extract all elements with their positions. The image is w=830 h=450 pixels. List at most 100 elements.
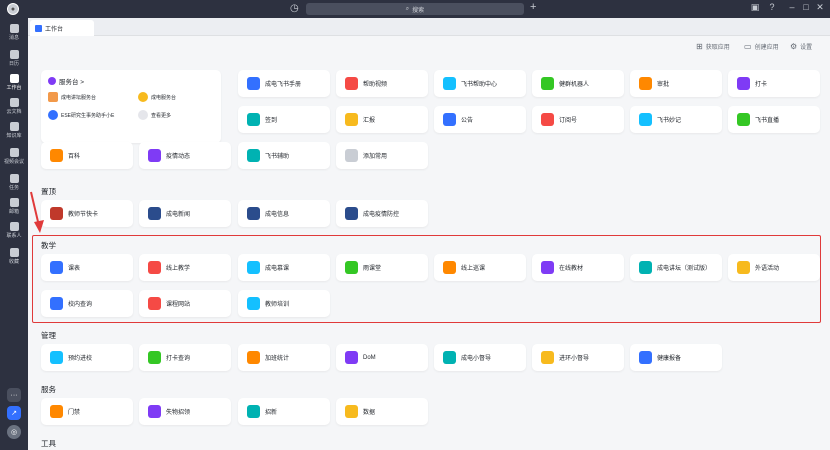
- app-frequent-icon: [541, 113, 554, 126]
- title-bar: ● ◷ ⌕ 搜索 + ▣ ? – □ ✕: [0, 0, 830, 18]
- search-placeholder: 搜索: [412, 7, 425, 14]
- tab-workspace[interactable]: 工作台: [30, 20, 94, 36]
- book-icon: [9, 122, 19, 131]
- app-card-frequent[interactable]: 飞书帮助中心: [434, 70, 526, 97]
- app-frequent-icon: [737, 77, 750, 90]
- app-frequent-icon: [639, 77, 652, 90]
- app-shortcut-icon[interactable]: ↗: [7, 406, 21, 420]
- help-icon[interactable]: ?: [766, 2, 778, 12]
- service-item[interactable]: 成电服务台: [138, 92, 176, 102]
- service-item[interactable]: ESE研究生事务助手小E: [48, 110, 114, 120]
- app-card-pinned[interactable]: 成电疫情防控: [336, 200, 428, 227]
- app-card-frequent[interactable]: 成电飞书手册: [238, 70, 330, 97]
- minimize-icon[interactable]: –: [786, 2, 798, 12]
- app-label: 成电新闻: [166, 212, 191, 218]
- service-desk-title[interactable]: 服务台 >: [48, 76, 84, 86]
- sidebar-item-messages[interactable]: 消息: [0, 24, 28, 41]
- app-service-icon: [345, 405, 358, 418]
- app-card-management[interactable]: 进环小督导: [532, 344, 624, 371]
- app-management-icon: [443, 351, 456, 364]
- app-pinned-icon: [50, 207, 63, 220]
- service-item[interactable]: 成电讲坛服务台: [48, 92, 96, 102]
- avatar[interactable]: ●: [7, 3, 19, 15]
- app-label: 疫情动态: [166, 154, 191, 160]
- app-card-service[interactable]: 门禁: [41, 398, 133, 425]
- app-card-frequent[interactable]: 飞书妙记: [630, 106, 722, 133]
- settings-button[interactable]: ⚙ 设置: [790, 42, 812, 51]
- app-card-management[interactable]: 打卡查询: [139, 344, 231, 371]
- sidebar-item-calendar[interactable]: 日历: [0, 50, 28, 67]
- app-label: 飞书辅助: [265, 154, 290, 160]
- service-desk-card[interactable]: 服务台 > 成电讲坛服务台 成电服务台 ESE研究生事务助手小E 查看更多: [41, 70, 221, 143]
- add-frequent-button[interactable]: 添加常用: [336, 142, 428, 169]
- app-label: 百科: [68, 154, 81, 160]
- app-card-frequent[interactable]: 疫情动态: [139, 142, 231, 169]
- sidebar-item-wiki[interactable]: 知识库: [0, 122, 28, 139]
- arrow-annotation: [30, 191, 44, 233]
- app-service-icon: [148, 405, 161, 418]
- app-card-frequent[interactable]: 飞书辅助: [238, 142, 330, 169]
- grid-icon: [9, 74, 19, 83]
- app-management-icon: [345, 351, 358, 364]
- screenshot-icon[interactable]: ▣: [749, 2, 761, 13]
- create-app-button[interactable]: ▭ 创建应用: [744, 42, 779, 51]
- close-icon[interactable]: ✕: [814, 2, 826, 13]
- app-frequent-icon: [443, 77, 456, 90]
- app-card-frequent[interactable]: 打卡: [728, 70, 820, 97]
- app-frequent-icon: [639, 113, 652, 126]
- tab-bar: 工作台: [28, 18, 830, 36]
- app-card-pinned[interactable]: 成电新闻: [139, 200, 231, 227]
- app-frequent-icon: [247, 149, 260, 162]
- add-icon[interactable]: +: [530, 1, 536, 13]
- app-card-frequent[interactable]: 公告: [434, 106, 526, 133]
- get-apps-button[interactable]: ⊞ 获取应用: [696, 42, 730, 51]
- app-card-frequent[interactable]: 飞书直播: [728, 106, 820, 133]
- app-label: 失物招领: [166, 410, 191, 416]
- app-card-frequent[interactable]: 审批: [630, 70, 722, 97]
- app-card-management[interactable]: 健康报备: [630, 344, 722, 371]
- app-label: 公告: [461, 118, 474, 124]
- app-card-frequent[interactable]: 汇报: [336, 106, 428, 133]
- app-card-frequent[interactable]: 签到: [238, 106, 330, 133]
- service-desk-icon: [138, 92, 148, 102]
- search-input[interactable]: ⌕ 搜索: [306, 3, 524, 15]
- app-card-service[interactable]: 数据: [336, 398, 428, 425]
- org-avatar[interactable]: ◎: [7, 425, 21, 439]
- app-card-service[interactable]: 招新: [238, 398, 330, 425]
- maximize-icon[interactable]: □: [800, 2, 812, 12]
- app-card-service[interactable]: 失物招领: [139, 398, 231, 425]
- sidebar-item-docs[interactable]: 云文档: [0, 98, 28, 115]
- app-frequent-icon: [148, 149, 161, 162]
- app-card-pinned[interactable]: 教师节快卡: [41, 200, 133, 227]
- app-frequent-icon: [50, 149, 63, 162]
- app-card-frequent[interactable]: 订阅号: [532, 106, 624, 133]
- app-frequent-icon: [345, 77, 358, 90]
- monitor-icon: ▭: [744, 42, 752, 51]
- app-management-icon: [639, 351, 652, 364]
- history-icon[interactable]: ◷: [290, 3, 299, 14]
- app-card-frequent[interactable]: 百科: [41, 142, 133, 169]
- check-icon: [9, 174, 19, 183]
- sidebar-item-workspace[interactable]: 工作台: [0, 74, 28, 91]
- sidebar-item-favorites[interactable]: 收藏: [0, 248, 28, 265]
- app-card-management[interactable]: DoM: [336, 344, 428, 371]
- sidebar-item-mail[interactable]: 邮箱: [0, 198, 28, 215]
- more-icon[interactable]: ···: [7, 388, 21, 402]
- app-card-frequent[interactable]: 帮助视频: [336, 70, 428, 97]
- app-card-management[interactable]: 预约进校: [41, 344, 133, 371]
- sidebar-item-tasks[interactable]: 任务: [0, 174, 28, 191]
- app-card-pinned[interactable]: 成电信息: [238, 200, 330, 227]
- app-card-frequent[interactable]: 健群机器人: [532, 70, 624, 97]
- app-pinned-icon: [148, 207, 161, 220]
- sidebar: 消息 日历 工作台 云文档 知识库 视频会议 任务 邮箱 联系人 收藏 ··· …: [0, 18, 28, 450]
- view-more-link[interactable]: 查看更多: [138, 110, 171, 120]
- app-card-management[interactable]: 成电小督导: [434, 344, 526, 371]
- contacts-icon: [9, 222, 19, 231]
- sidebar-item-contacts[interactable]: 联系人: [0, 222, 28, 239]
- sidebar-item-meetings[interactable]: 视频会议: [0, 148, 28, 165]
- app-card-management[interactable]: 加班统计: [238, 344, 330, 371]
- app-label: 签到: [265, 118, 278, 124]
- lecture-icon: [48, 92, 58, 102]
- app-label: 健康报备: [657, 356, 682, 362]
- apps-icon: ⊞: [696, 42, 703, 51]
